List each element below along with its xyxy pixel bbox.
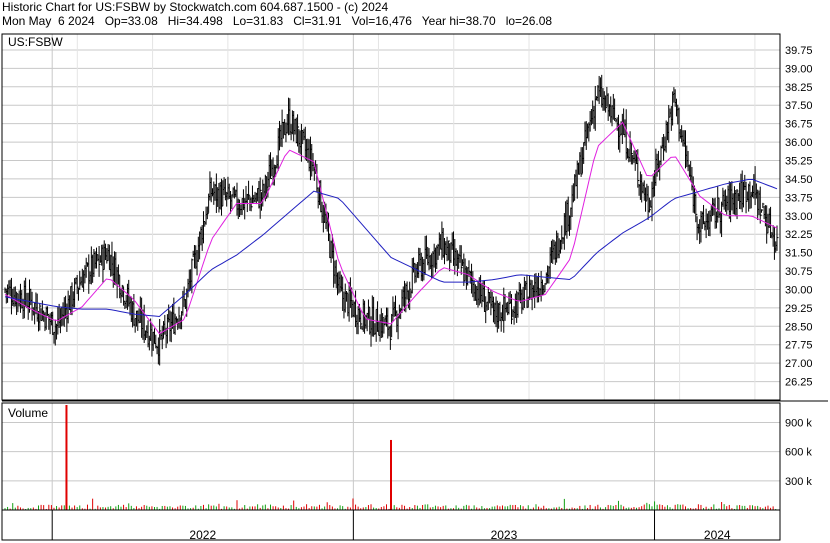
- price-tick-label: 33.75: [785, 192, 813, 204]
- price-tick-label: 27.00: [785, 358, 813, 370]
- price-tick-label: 38.25: [785, 82, 813, 94]
- price-grid: [2, 49, 780, 383]
- chart-frames: [1, 33, 828, 541]
- price-tick-label: 27.75: [785, 340, 813, 352]
- price-tick-label: 26.25: [785, 377, 813, 389]
- year-tick-label: 2024: [704, 528, 731, 542]
- price-tick-label: 39.75: [785, 45, 813, 57]
- time-axis-frame: [1, 509, 781, 541]
- price-tick-label: 29.25: [785, 303, 813, 315]
- time-grid: [1, 34, 756, 540]
- volume-tick-label: 300 k: [785, 476, 812, 488]
- price-tick-label: 28.50: [785, 321, 813, 333]
- volume-tick-label: 600 k: [785, 447, 812, 459]
- price-tick-label: 34.50: [785, 174, 813, 186]
- volume-bars: [4, 404, 777, 510]
- price-bars: [4, 74, 779, 366]
- price-tick-label: 33.00: [785, 211, 813, 223]
- price-tick-label: 37.50: [785, 100, 813, 112]
- price-panel-label: US:FSBW: [8, 35, 63, 49]
- price-tick-label: 31.50: [785, 248, 813, 260]
- price-tick-label: 32.25: [785, 229, 813, 241]
- stock-chart: 39.75 39.00 38.25 37.50 36.75 36.00 35.25 34.50…: [1, 33, 828, 542]
- price-tick-label: 35.25: [785, 156, 813, 168]
- price-tick-label: 30.75: [785, 266, 813, 278]
- year-tick-label: 2023: [491, 528, 518, 542]
- price-tick-label: 36.75: [785, 119, 813, 131]
- price-tick-label: 36.00: [785, 137, 813, 149]
- price-tick-label: 30.00: [785, 284, 813, 296]
- price-tick-label: 39.00: [785, 63, 813, 75]
- year-tick-label: 2022: [189, 528, 216, 542]
- volume-panel-label: Volume: [8, 406, 48, 420]
- volume-tick-label: 900 k: [785, 417, 812, 429]
